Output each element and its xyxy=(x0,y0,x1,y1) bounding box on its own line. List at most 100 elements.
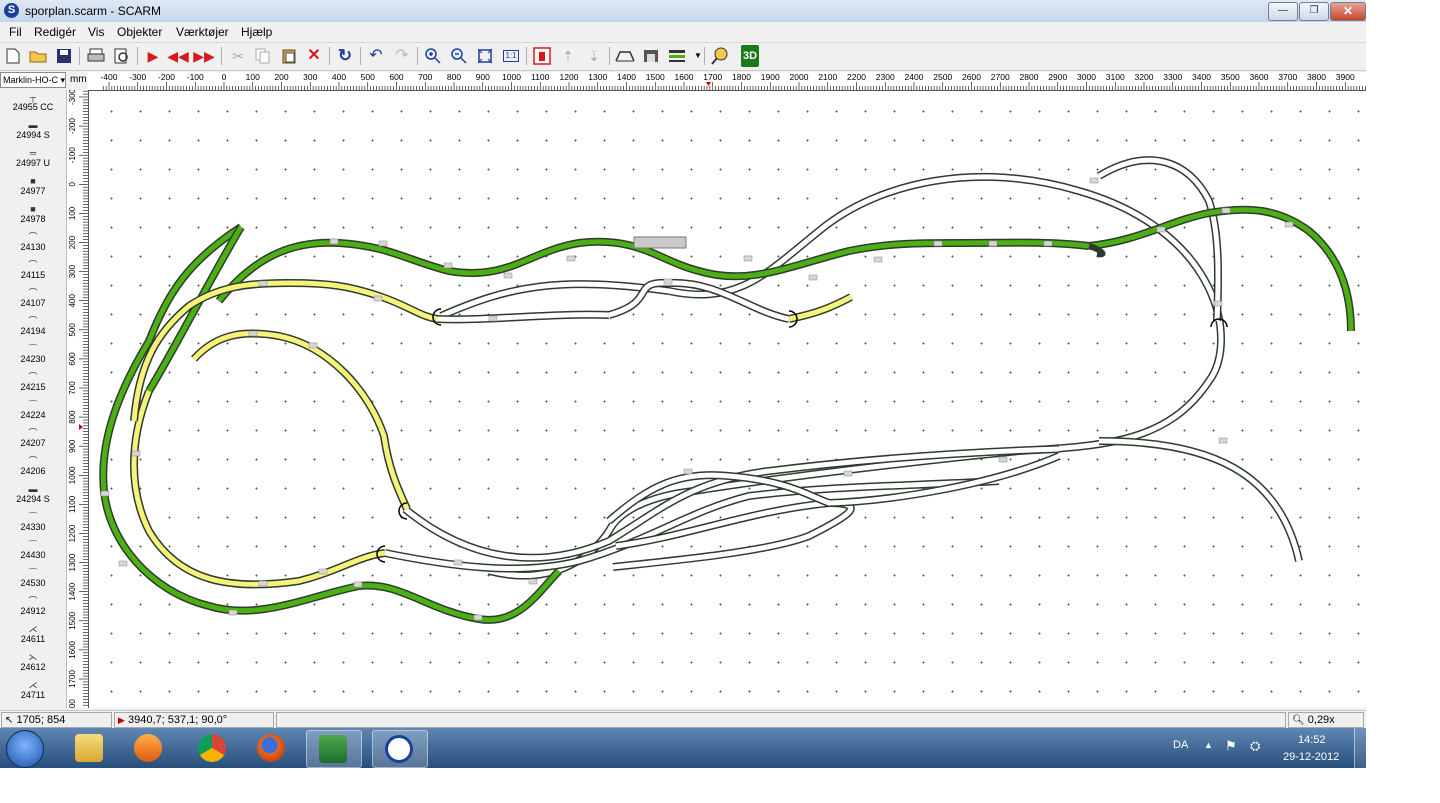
play-forward-icon[interactable]: ▶ xyxy=(143,46,163,66)
height-down-icon[interactable]: ⇣ xyxy=(584,46,604,66)
clock-date[interactable]: 29-12-2012 xyxy=(1283,751,1339,763)
rotate-track-icon[interactable]: ↻ xyxy=(335,46,355,66)
yellow-track[interactable] xyxy=(131,390,386,587)
fast-forward-icon[interactable]: ▶▶ xyxy=(193,46,215,66)
scarm-app-icon[interactable]: S xyxy=(4,3,19,18)
undo-icon[interactable]: ↶ xyxy=(366,46,386,66)
layout-canvas[interactable] xyxy=(89,91,1366,708)
zoom-fit-icon[interactable] xyxy=(475,46,495,66)
network-icon[interactable]: ⛭ xyxy=(1250,738,1260,754)
redo-icon[interactable]: ↷ xyxy=(392,46,412,66)
zoom-in-icon[interactable] xyxy=(423,46,443,66)
palette-item[interactable]: ⋌ 24611 xyxy=(0,624,66,644)
palette-item[interactable]: ⌒ 24107 xyxy=(0,288,66,308)
bridge-icon[interactable] xyxy=(615,46,635,66)
height-up-icon[interactable]: ⇡ xyxy=(558,46,578,66)
white-track[interactable] xyxy=(1098,437,1303,562)
track-joint xyxy=(808,274,818,281)
yellow-track[interactable] xyxy=(191,329,411,511)
print-icon[interactable] xyxy=(86,46,106,66)
yellow-track[interactable] xyxy=(130,278,438,422)
new-file-icon[interactable] xyxy=(3,46,23,66)
palette-item[interactable]: ⁀ 24230 xyxy=(0,344,66,364)
palette-item[interactable]: ⁀ 24530 xyxy=(0,568,66,588)
zoom-out-icon[interactable] xyxy=(449,46,469,66)
palette-item-glyph: ■ xyxy=(30,176,36,186)
tray-expand-icon[interactable]: ▲ xyxy=(1204,740,1213,750)
palette-item[interactable]: ⌒ 24194 xyxy=(0,316,66,336)
taskbar-excel[interactable] xyxy=(306,730,362,768)
minimize-button[interactable]: — xyxy=(1268,2,1298,21)
chrome-icon xyxy=(198,734,226,762)
white-track[interactable] xyxy=(439,172,1225,580)
print-preview-icon[interactable] xyxy=(112,46,132,66)
palette-item[interactable]: ▬ 24994 S xyxy=(0,120,66,140)
windows-start-button[interactable] xyxy=(6,730,44,768)
palette-item[interactable]: ⁀ 24224 xyxy=(0,400,66,420)
palette-item[interactable]: ⌒ 24130 xyxy=(0,232,66,252)
track-color-icon[interactable] xyxy=(667,46,687,66)
palette-item[interactable]: ┬ 24955 CC xyxy=(0,92,66,112)
palette-item-label: 24994 S xyxy=(16,130,50,140)
palette-item[interactable]: ⌒ 24207 xyxy=(0,428,66,448)
rewind-icon[interactable]: ◀◀ xyxy=(167,46,189,66)
close-button[interactable]: ✕ xyxy=(1330,2,1366,21)
white-tracks[interactable] xyxy=(384,156,1303,580)
palette-item[interactable]: ═ 24997 U xyxy=(0,148,66,168)
maximize-button[interactable]: ❐ xyxy=(1299,2,1329,21)
ruler-label: 2300 xyxy=(876,72,895,82)
green-tracks[interactable] xyxy=(99,205,1355,624)
palette-item-label: 24206 xyxy=(20,466,46,476)
track-catalog-select[interactable]: Marklin-HO-C ▾ xyxy=(0,72,66,88)
track-layout[interactable] xyxy=(89,91,1366,708)
menu-objekter[interactable]: Objekter xyxy=(117,25,162,39)
menu-rediger[interactable]: Redigér xyxy=(34,25,76,39)
tunnel-icon[interactable] xyxy=(641,46,661,66)
menu-vis[interactable]: Vis xyxy=(88,25,104,39)
track-joint xyxy=(131,450,141,457)
title-bar[interactable]: S sporplan.scarm - SCARM — ❐ ✕ xyxy=(0,0,1366,23)
white-track[interactable] xyxy=(439,174,1224,578)
view-3d-icon[interactable]: 3D xyxy=(738,45,762,67)
palette-item[interactable]: ⌒ 24215 xyxy=(0,372,66,392)
delete-icon[interactable]: ✕ xyxy=(304,46,324,66)
menu-vaerktojer[interactable]: Værktøjer xyxy=(176,25,229,39)
palette-item-label: 24912 xyxy=(20,606,46,616)
palette-item[interactable]: ⁀ 24330 xyxy=(0,512,66,532)
taskbar-chrome[interactable] xyxy=(186,730,240,766)
palette-item[interactable]: ⌒ 24206 xyxy=(0,456,66,476)
taskbar-media-player[interactable] xyxy=(122,730,176,766)
copy-icon[interactable] xyxy=(253,46,273,66)
palette-item[interactable]: ⌒ 24912 xyxy=(0,596,66,616)
palette-item-label: 24230 xyxy=(20,354,46,364)
palette-item[interactable]: ■ 24977 xyxy=(0,176,66,196)
measure-tool-icon[interactable] xyxy=(710,46,730,66)
track-color-dropdown-icon[interactable]: ▼ xyxy=(688,46,708,66)
palette-item-glyph: ▬ xyxy=(28,484,38,494)
action-center-flag-icon[interactable]: ⚑ xyxy=(1225,738,1237,754)
cut-icon[interactable]: ✂ xyxy=(228,46,248,66)
input-language[interactable]: DA xyxy=(1173,739,1188,751)
taskbar-explorer[interactable] xyxy=(63,730,117,766)
palette-item[interactable]: ■ 24978 xyxy=(0,204,66,224)
open-folder-icon[interactable] xyxy=(28,46,48,66)
taskbar-firefox[interactable] xyxy=(245,730,299,766)
palette-item[interactable]: ⋋ 24612 xyxy=(0,652,66,672)
yellow-tracks[interactable] xyxy=(130,278,853,589)
clock-time[interactable]: 14:52 xyxy=(1298,734,1326,746)
ruler-label: 900 xyxy=(476,72,490,82)
save-icon[interactable] xyxy=(54,46,74,66)
layer-icon[interactable] xyxy=(532,46,552,66)
zoom-actual-icon[interactable]: 1:1 xyxy=(501,46,521,66)
menu-hjaelp[interactable]: Hjælp xyxy=(241,25,272,39)
palette-item[interactable]: ⁀ 24430 xyxy=(0,540,66,560)
paste-icon[interactable] xyxy=(279,46,299,66)
palette-item[interactable]: ⋌ 24711 xyxy=(0,680,66,700)
gray-track-piece[interactable] xyxy=(633,236,687,249)
palette-item[interactable]: ⌒ 24115 xyxy=(0,260,66,280)
ruler-label: 700 xyxy=(68,381,77,395)
taskbar-scarm[interactable] xyxy=(372,730,428,768)
menu-fil[interactable]: Fil xyxy=(9,25,22,39)
show-desktop-button[interactable] xyxy=(1354,728,1366,768)
palette-item[interactable]: ▬ 24294 S xyxy=(0,484,66,504)
